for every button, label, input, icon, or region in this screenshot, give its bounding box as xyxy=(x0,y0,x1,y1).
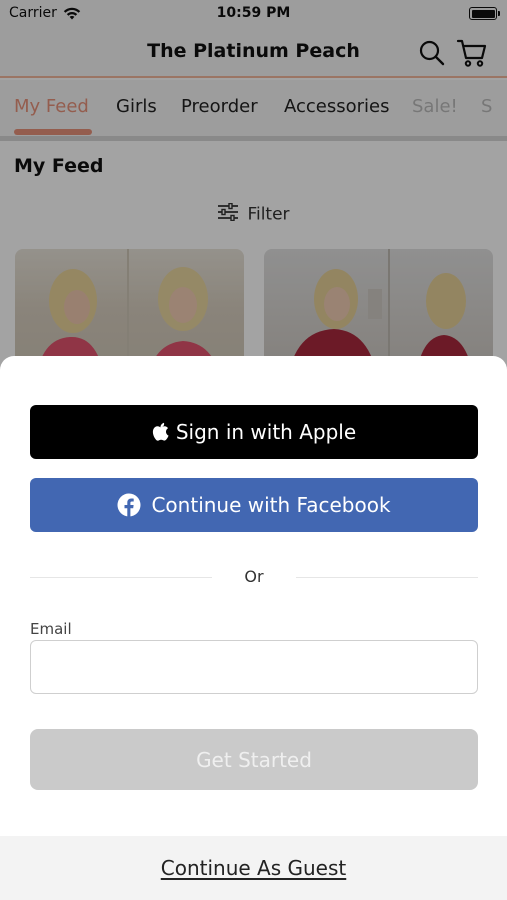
facebook-icon xyxy=(117,493,141,517)
continue-with-facebook-button[interactable]: Continue with Facebook xyxy=(30,478,478,532)
divider-line-right xyxy=(296,577,478,578)
email-field[interactable] xyxy=(30,640,478,694)
or-divider: Or xyxy=(30,566,478,588)
sign-in-sheet: Sign in with Apple Continue with Faceboo… xyxy=(0,356,507,900)
apple-icon xyxy=(152,422,169,442)
continue-as-guest-link[interactable]: Continue As Guest xyxy=(161,856,347,880)
get-started-label: Get Started xyxy=(196,747,312,772)
guest-bar: Continue As Guest xyxy=(0,836,507,900)
facebook-button-label: Continue with Facebook xyxy=(151,493,391,517)
sign-in-with-apple-button[interactable]: Sign in with Apple xyxy=(30,405,478,459)
email-label: Email xyxy=(30,620,72,638)
get-started-button[interactable]: Get Started xyxy=(30,729,478,790)
apple-button-label: Sign in with Apple xyxy=(175,420,357,444)
